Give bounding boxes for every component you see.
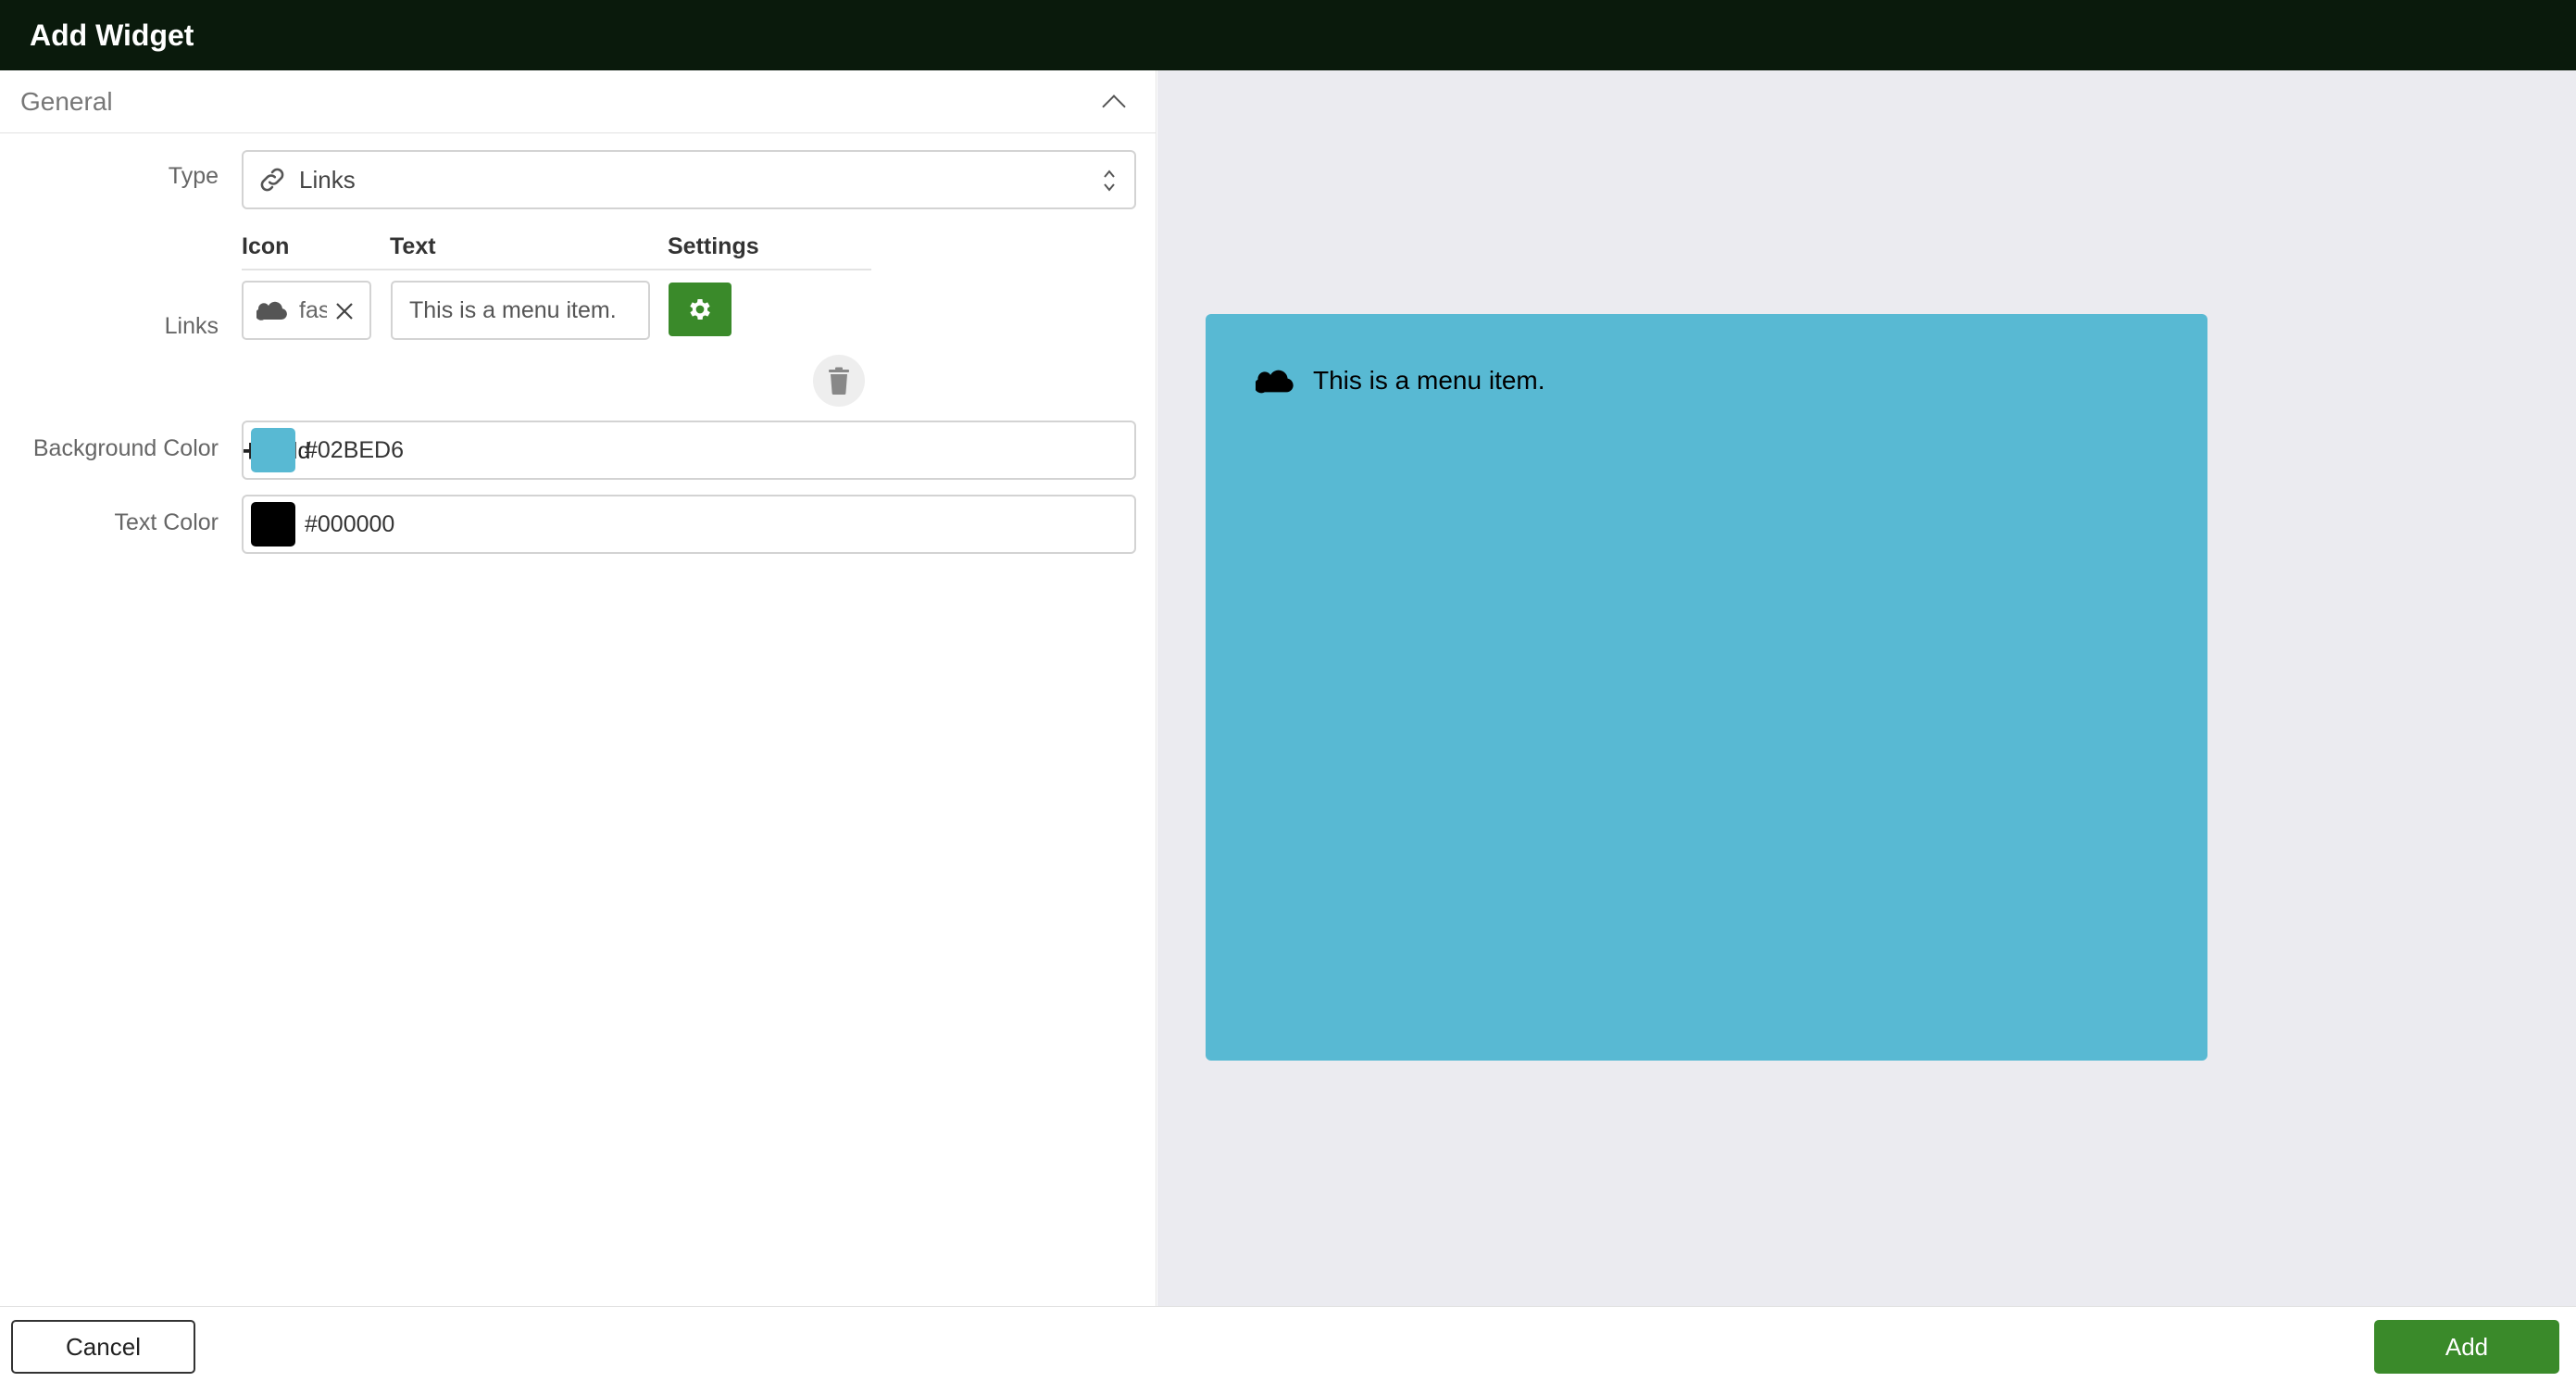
preview-panel: This is a menu item. (1157, 70, 2576, 1306)
dialog-title: Add Widget (30, 18, 194, 52)
add-widget-button[interactable]: Add (2374, 1320, 2559, 1374)
preview-menu-item-text: This is a menu item. (1313, 366, 1545, 395)
delete-link-button[interactable] (813, 355, 865, 407)
links-label: Links (164, 313, 219, 339)
column-header-settings: Settings (668, 233, 759, 259)
cloud-icon (1256, 370, 1294, 394)
background-color-label: Background Color (32, 435, 219, 461)
dialog-footer: Cancel Add (0, 1306, 2576, 1382)
background-color-field[interactable]: #02BED6 (242, 421, 1136, 480)
column-header-text: Text (390, 233, 436, 259)
gear-icon (690, 299, 710, 320)
widget-preview: This is a menu item. (1206, 314, 2207, 1061)
title-bar: Add Widget (0, 0, 2576, 70)
link-icon (260, 168, 284, 192)
icon-picker-value: fas (299, 296, 327, 323)
background-color-value: #02BED6 (305, 436, 405, 463)
text-color-field[interactable]: #000000 (242, 495, 1136, 554)
trash-icon (829, 367, 849, 395)
type-label: Type (168, 163, 219, 189)
column-header-icon: Icon (242, 233, 290, 259)
cancel-button[interactable]: Cancel (11, 1320, 195, 1374)
section-title: General (20, 86, 113, 116)
link-text-input[interactable] (391, 281, 650, 340)
text-color-swatch[interactable] (251, 502, 295, 547)
form-panel: General Type Links Icon Text Settings Li… (0, 70, 1157, 1306)
cloud-icon (256, 301, 287, 320)
text-color-label: Text Color (114, 509, 219, 535)
link-settings-button[interactable] (669, 283, 732, 336)
type-select-value: Links (299, 165, 356, 194)
select-updown-icon (1104, 170, 1115, 192)
type-select[interactable]: Links (242, 150, 1136, 209)
table-header-divider (242, 269, 871, 270)
link-icon-picker[interactable]: fas (242, 281, 371, 340)
chevron-up-icon[interactable] (1102, 94, 1126, 119)
section-header-general[interactable]: General (0, 70, 1156, 133)
clear-icon[interactable] (334, 301, 355, 321)
text-color-value: #000000 (305, 510, 395, 537)
background-color-swatch[interactable] (251, 428, 295, 472)
preview-menu-item[interactable]: This is a menu item. (1256, 366, 1545, 396)
